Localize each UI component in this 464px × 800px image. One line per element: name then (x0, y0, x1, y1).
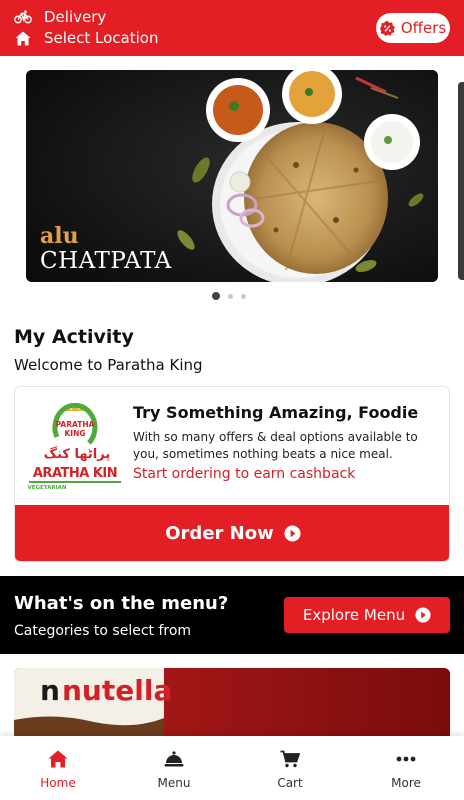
banner-title-line2: CHATPATA (40, 248, 172, 274)
svg-text:n: n (40, 674, 60, 707)
product-brand-text: nutella (62, 674, 172, 707)
cashback-link[interactable]: Start ordering to earn cashback (133, 466, 355, 482)
nav-cart-label: Cart (277, 776, 303, 790)
promo-banner[interactable]: alu CHATPATA (26, 70, 438, 282)
carousel-indicator (212, 292, 246, 300)
app-root: Delivery Select Location Offers alu CHAT… (0, 0, 464, 800)
delivery-mode[interactable]: Delivery (14, 8, 106, 26)
home-icon (14, 29, 32, 47)
cart-icon (279, 748, 301, 770)
svg-text:پراٹھا کنگ: پراٹھا کنگ (44, 446, 110, 462)
svg-text:PARATHA: PARATHA (56, 420, 95, 429)
menu-section-title: What's on the menu? (14, 593, 229, 614)
discount-badge-icon (379, 20, 395, 36)
nav-menu-label: Menu (157, 776, 191, 790)
carousel-dot[interactable] (228, 293, 233, 299)
explore-menu-button[interactable]: Explore Menu (284, 597, 450, 633)
carousel-dot[interactable] (241, 293, 246, 299)
bicycle-icon (14, 8, 32, 26)
product-image-card[interactable]: n nutella (14, 668, 450, 738)
order-now-button[interactable]: Order Now (15, 505, 449, 561)
card-description: With so many offers & deal options avail… (133, 430, 418, 461)
location-selector[interactable]: Select Location (14, 29, 159, 47)
more-icon (395, 748, 417, 770)
bottom-navigation: Home Menu Cart More (0, 736, 464, 800)
home-icon (47, 748, 69, 770)
arrow-right-circle-icon (284, 524, 301, 542)
card-title: Try Something Amazing, Foodie (133, 403, 419, 422)
explore-menu-label: Explore Menu (302, 606, 406, 624)
offers-label: Offers (400, 19, 447, 37)
cloche-icon (163, 748, 185, 770)
arrow-right-circle-icon (415, 607, 431, 623)
nav-home-label: Home (40, 776, 76, 790)
offers-button[interactable]: Offers (376, 13, 450, 43)
activity-subtitle: Welcome to Paratha King (14, 356, 203, 374)
delivery-label: Delivery (44, 8, 107, 26)
nav-more[interactable]: More (348, 736, 464, 800)
banner-caption: alu CHATPATA (40, 224, 172, 274)
nutella-product-image: n nutella (14, 668, 450, 738)
menu-section-subtitle: Categories to select from (14, 623, 192, 639)
svg-text:ARATHA KIN: ARATHA KIN (33, 466, 117, 481)
svg-text:VEGETARIAN: VEGETARIAN (27, 485, 66, 489)
banner-title-line1: alu (40, 223, 79, 249)
nav-menu[interactable]: Menu (116, 736, 232, 800)
menu-section: What's on the menu? Categories to select… (0, 576, 464, 654)
nav-cart[interactable]: Cart (232, 736, 348, 800)
activity-card: PARATHA KING پراٹھا کنگ ARATHA KIN VEGET… (14, 386, 450, 562)
svg-text:KING: KING (64, 429, 85, 438)
location-label: Select Location (44, 29, 159, 47)
top-header: Delivery Select Location Offers (0, 0, 464, 56)
order-now-label: Order Now (165, 522, 274, 544)
nav-home[interactable]: Home (0, 736, 116, 800)
activity-title: My Activity (14, 326, 134, 348)
carousel-dot-active[interactable] (212, 292, 220, 300)
next-banner-peek[interactable] (458, 82, 464, 280)
paratha-king-logo: PARATHA KING پراٹھا کنگ ARATHA KIN VEGET… (27, 402, 123, 491)
nav-more-label: More (391, 776, 421, 790)
